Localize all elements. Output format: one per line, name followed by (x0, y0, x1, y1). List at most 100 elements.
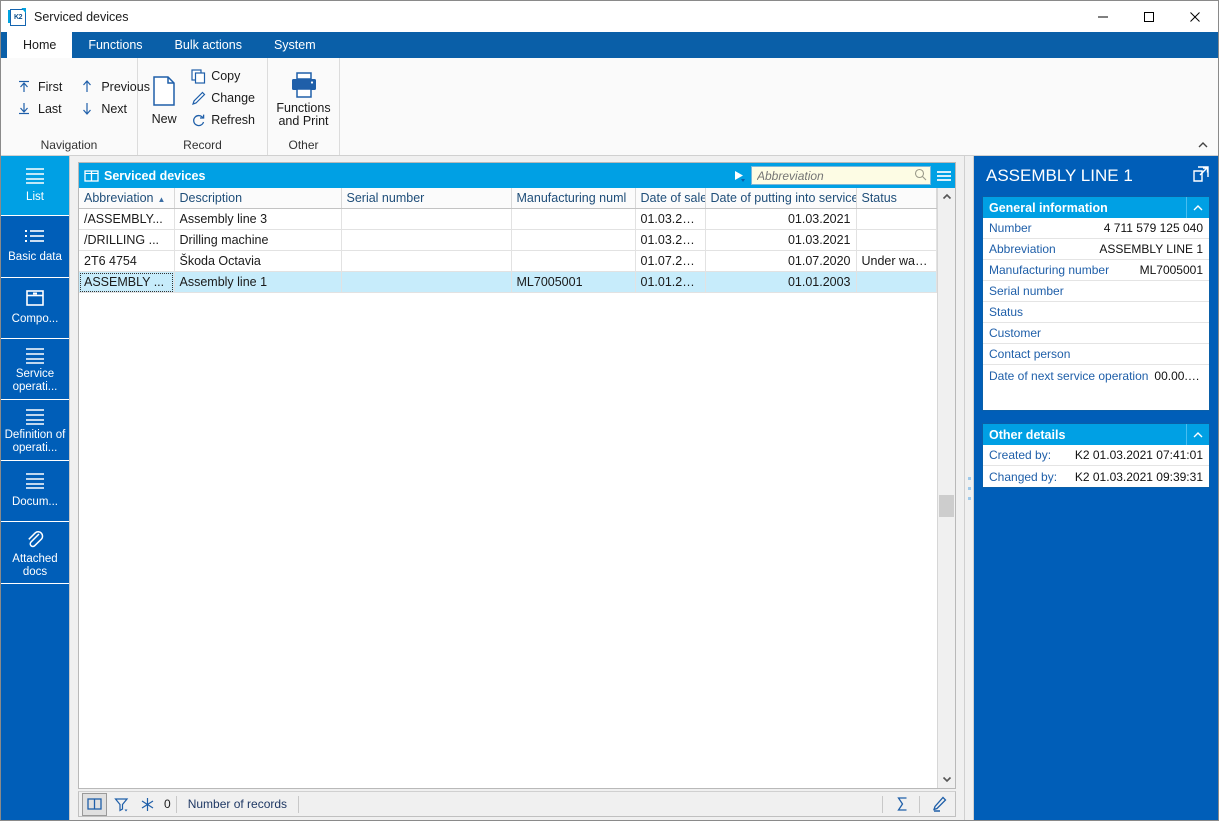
change-label: Change (211, 91, 255, 105)
cell-manufacturing-number (511, 229, 636, 251)
column-header-abbreviation[interactable]: Abbreviation ▲ (79, 188, 175, 209)
column-header-manufacturing-number[interactable]: Manufacturing numl (511, 188, 636, 209)
arrow-up-icon (80, 79, 97, 95)
copy-button[interactable]: Copy (186, 66, 261, 87)
field-status[interactable]: Status (983, 302, 1209, 323)
section-general-information: General information Number 4 711 579 125… (982, 196, 1210, 411)
detail-panel-filler (974, 488, 1218, 820)
new-button[interactable]: New (144, 66, 184, 130)
status-edit-button[interactable] (928, 794, 951, 815)
minimize-button[interactable] (1080, 1, 1126, 32)
ribbon-group-record-label: Record (183, 138, 222, 152)
field-manufacturing-number[interactable]: Manufacturing number ML7005001 (983, 260, 1209, 281)
sidebar-item-basic-data-label: Basic data (8, 251, 62, 263)
tab-functions[interactable]: Functions (72, 32, 158, 58)
arrow-down-icon (80, 101, 97, 117)
menu-icon (937, 170, 951, 181)
column-header-date-of-sale[interactable]: Date of sale (635, 188, 706, 209)
column-header-date-of-putting-into-service[interactable]: Date of putting into service (705, 188, 857, 209)
data-table: Abbreviation ▲ Description Serial number … (79, 188, 937, 293)
sidebar-item-documents[interactable]: Docum... (1, 461, 69, 522)
section-general-collapse-button[interactable] (1186, 197, 1209, 218)
maximize-button[interactable] (1126, 1, 1172, 32)
status-sum-button[interactable] (891, 794, 914, 815)
field-date-of-next-service-operation[interactable]: Date of next service operation 00.00.000… (983, 365, 1209, 386)
play-filter-icon[interactable] (727, 169, 751, 183)
tab-system[interactable]: System (258, 32, 332, 58)
status-filter-button[interactable] (110, 794, 133, 815)
scroll-down-button[interactable] (938, 771, 955, 788)
functions-and-print-button[interactable]: Functions and Print (274, 64, 333, 132)
scroll-up-button[interactable] (938, 188, 955, 205)
sidebar-item-service-operations-label: Service operati... (12, 368, 58, 393)
close-button[interactable] (1172, 1, 1218, 32)
cell-date-of-putting-into-service: 01.07.2020 (705, 250, 857, 272)
field-changed-by[interactable]: Changed by: K2 01.03.2021 09:39:31 (983, 466, 1209, 487)
column-header-description[interactable]: Description (174, 188, 342, 209)
nav-last-button[interactable]: Last (13, 99, 66, 119)
list-lines-icon (22, 407, 48, 427)
cell-serial-number (341, 271, 512, 293)
section-other-details-header[interactable]: Other details (983, 424, 1209, 445)
ribbon-group-record: New Copy Change Refresh Record (138, 58, 268, 155)
status-freeze-button[interactable] (136, 794, 159, 815)
status-book-button[interactable] (82, 792, 107, 816)
refresh-button[interactable]: Refresh (186, 110, 261, 131)
list-lines-icon (22, 163, 48, 189)
field-abbreviation[interactable]: Abbreviation ASSEMBLY LINE 1 (983, 239, 1209, 260)
field-contact-person[interactable]: Contact person (983, 344, 1209, 365)
field-created-by[interactable]: Created by: K2 01.03.2021 07:41:01 (983, 445, 1209, 466)
ribbon-group-other: Functions and Print Other (268, 58, 340, 155)
field-serial-number[interactable]: Serial number (983, 281, 1209, 302)
list-lines-icon (22, 346, 48, 366)
search-box[interactable] (751, 166, 931, 185)
nav-next-label: Next (101, 102, 128, 116)
snowflake-icon (141, 797, 154, 811)
section-general-information-header[interactable]: General information (983, 197, 1209, 218)
sidebar-item-components[interactable]: Compo... (1, 278, 69, 339)
nav-first-label: First (38, 80, 63, 94)
tab-home[interactable]: Home (7, 32, 73, 58)
table-row[interactable]: /DRILLING ... Drilling machine 01.03.202… (79, 229, 937, 251)
sigma-icon (897, 797, 907, 811)
sidebar-item-basic-data[interactable]: Basic data (1, 216, 69, 278)
scrollbar-thumb[interactable] (939, 495, 954, 517)
title-bar: K2 Serviced devices (1, 1, 1218, 32)
cell-abbreviation: /ASSEMBLY... (79, 208, 175, 230)
panel-splitter[interactable] (964, 156, 974, 820)
search-input[interactable] (755, 167, 914, 184)
detail-title: ASSEMBLY LINE 1 (986, 166, 1133, 185)
cell-manufacturing-number (511, 250, 636, 272)
sidebar-item-service-operations[interactable]: Service operati... (1, 339, 69, 400)
cell-date-of-sale: 01.01.2003 (635, 271, 706, 293)
table-row[interactable]: /ASSEMBLY... Assembly line 3 01.03.2021 … (79, 208, 937, 230)
column-header-status[interactable]: Status (856, 188, 937, 209)
table-row-selected[interactable]: ASSEMBLY ... Assembly line 1 ML7005001 0… (79, 271, 937, 293)
sidebar-item-attached-docs[interactable]: Attached docs (1, 522, 69, 584)
column-header-serial-number[interactable]: Serial number (341, 188, 512, 209)
sidebar-item-list[interactable]: List (1, 156, 69, 216)
grid-menu-button[interactable] (933, 169, 955, 183)
cell-date-of-sale: 01.03.2021 (635, 229, 706, 251)
cell-description: Škoda Octavia (174, 250, 342, 272)
ribbon-collapse-button[interactable] (1194, 137, 1212, 153)
cell-description: Assembly line 1 (174, 271, 342, 293)
open-in-new-window-icon[interactable] (1192, 165, 1210, 188)
change-button[interactable]: Change (186, 88, 261, 109)
table-row[interactable]: 2T6 4754 Škoda Octavia 01.07.2020 01.07.… (79, 250, 937, 272)
cell-abbreviation: /DRILLING ... (79, 229, 175, 251)
scrollbar-track[interactable] (938, 205, 955, 771)
cell-status: Under warr... (856, 250, 937, 272)
ribbon-body: First Previous Last Next Navigation New … (1, 58, 1218, 156)
sidebar-item-attached-docs-label: Attached docs (12, 553, 58, 578)
sidebar-item-definition-of-operations[interactable]: Definition of operati... (1, 400, 69, 461)
cell-abbreviation: 2T6 4754 (79, 250, 175, 272)
nav-last-label: Last (38, 102, 62, 116)
vertical-scrollbar[interactable] (937, 188, 955, 788)
field-number[interactable]: Number 4 711 579 125 040 (983, 218, 1209, 239)
section-other-collapse-button[interactable] (1186, 424, 1209, 445)
tab-bulk-actions[interactable]: Bulk actions (159, 32, 258, 58)
nav-first-button[interactable]: First (13, 77, 66, 97)
field-customer[interactable]: Customer (983, 323, 1209, 344)
field-date-of-next-service-operation-value: 00.00.000... (1154, 368, 1203, 383)
